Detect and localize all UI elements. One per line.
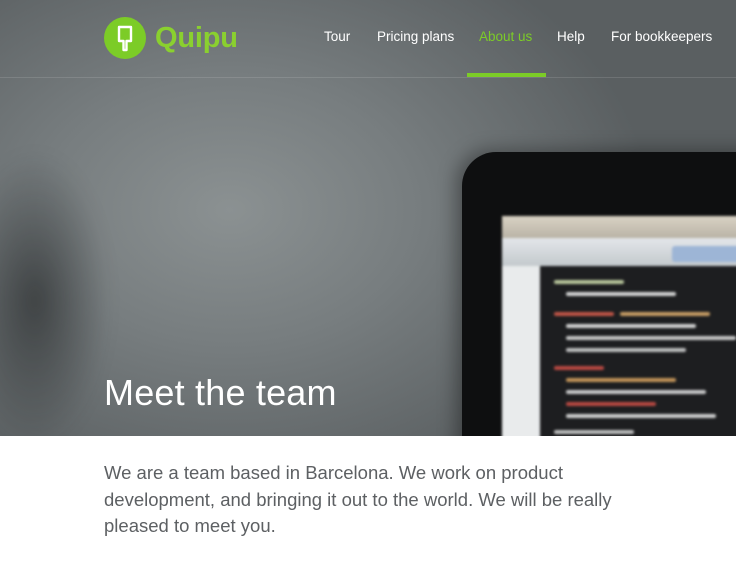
nav-for-bookkeepers[interactable]: For bookkeepers	[611, 29, 712, 44]
laptop-image	[462, 152, 736, 436]
page-title: Meet the team	[104, 372, 337, 413]
intro-text: We are a team based in Barcelona. We wor…	[104, 462, 612, 536]
nav-tour[interactable]: Tour	[324, 29, 350, 44]
code-editor-image	[540, 266, 736, 436]
active-nav-indicator	[467, 73, 546, 77]
nav-about-us[interactable]: About us	[479, 29, 532, 44]
nav-pricing-plans[interactable]: Pricing plans	[377, 29, 454, 44]
top-navbar: Quipu Tour Pricing plans About us Help F…	[0, 0, 736, 78]
laptop-screen	[502, 216, 736, 436]
hero-background-shadow	[0, 150, 110, 436]
main-navigation: Tour Pricing plans About us Help For boo…	[0, 0, 736, 77]
nav-help[interactable]: Help	[557, 29, 585, 44]
